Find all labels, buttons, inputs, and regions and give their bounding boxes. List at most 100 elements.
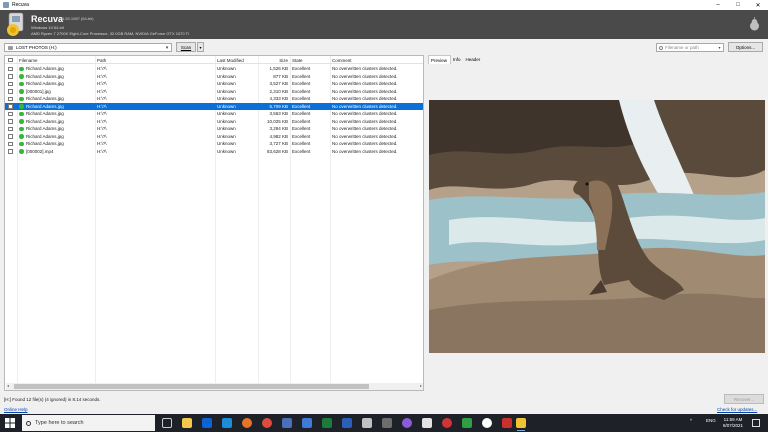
- hardware-info: AMD Ryzen 7 2700X Eight-Core Processor, …: [31, 31, 189, 36]
- title-bar: Recuva – □ ✕: [0, 0, 768, 10]
- tab-info[interactable]: Info: [451, 55, 464, 64]
- horizontal-scrollbar[interactable]: ◂ ▸: [6, 383, 423, 390]
- row-checkbox[interactable]: [8, 104, 13, 109]
- app-icon-2[interactable]: [302, 418, 312, 428]
- scan-dropdown-button[interactable]: ▾: [197, 42, 204, 52]
- word-icon[interactable]: [342, 418, 352, 428]
- recuva-app-icon: [3, 2, 9, 8]
- table-row[interactable]: Richard Adams.jpg H:\?\ Unknown 3,294 KB Exc…: [5, 125, 423, 133]
- windows-start-icon[interactable]: [5, 418, 15, 428]
- tab-preview[interactable]: Preview: [428, 55, 452, 64]
- state-excellent-icon: [19, 111, 24, 116]
- table-row[interactable]: Richard Adams.jpg H:\?\ Unknown 3,727 KB Exc…: [5, 140, 423, 148]
- cell-state: Excellent: [292, 133, 311, 139]
- table-row[interactable]: Richard Adams.jpg H:\?\ Unknown 877 KB Excel…: [5, 73, 423, 81]
- scroll-left-icon[interactable]: ◂: [7, 383, 9, 388]
- tray-chevron-icon[interactable]: ^: [690, 418, 692, 423]
- check-updates-link[interactable]: Check for updates...: [717, 407, 757, 412]
- table-row[interactable]: Richard Adams.jpg H:\?\ Unknown 3,527 KB Exc…: [5, 80, 423, 88]
- cell-filename: Richard Adams.jpg: [26, 73, 64, 79]
- row-checkbox[interactable]: [8, 96, 13, 101]
- cell-path: H:\?\: [97, 111, 107, 117]
- cell-comment: No overwritten clusters detected.: [332, 148, 398, 154]
- filter-input[interactable]: Filename or path ▾: [656, 43, 724, 52]
- excel-icon[interactable]: [322, 418, 332, 428]
- edge-icon[interactable]: [222, 418, 232, 428]
- app-version: v1.53.1087 (64-bit): [60, 16, 94, 21]
- language-indicator[interactable]: ENG: [706, 418, 716, 423]
- table-row[interactable]: Richard Adams.jpg H:\?\ Unknown 4,982 KB Exc…: [5, 133, 423, 141]
- app-icon-1[interactable]: [282, 418, 292, 428]
- recover-button[interactable]: Recover...: [724, 394, 764, 404]
- state-excellent-icon: [19, 104, 24, 109]
- online-help-link[interactable]: Online Help: [4, 407, 28, 412]
- scan-button[interactable]: Scan: [176, 42, 196, 52]
- app-icon-7[interactable]: [442, 418, 452, 428]
- app-icon-10[interactable]: [502, 418, 512, 428]
- firefox-icon[interactable]: [242, 418, 252, 428]
- app-icon-3[interactable]: [362, 418, 372, 428]
- chrome-icon[interactable]: [262, 418, 272, 428]
- drive-select[interactable]: LOST PHOTOS (H:) ▾: [4, 43, 172, 52]
- table-row[interactable]: Richard Adams.jpg H:\?\ Unknown 10,025 KB Ex…: [5, 118, 423, 126]
- os-info: Windows 10 64-bit: [31, 25, 64, 30]
- row-checkbox[interactable]: [8, 74, 13, 79]
- app-icon-8[interactable]: [462, 418, 472, 428]
- table-row[interactable]: Richard Adams.jpg H:\?\ Unknown 1,526 KB Exc…: [5, 65, 423, 73]
- file-explorer-icon[interactable]: [182, 418, 192, 428]
- taskbar-search-input[interactable]: Type here to search: [22, 415, 155, 431]
- notifications-icon[interactable]: [752, 419, 760, 427]
- state-excellent-icon: [19, 96, 24, 101]
- taskbar: Type here to search ^ ENG 11:59 AM 8/07/…: [0, 414, 768, 432]
- footer-links: Online Help Check for updates...: [0, 406, 768, 414]
- state-excellent-icon: [19, 81, 24, 86]
- row-checkbox[interactable]: [8, 141, 13, 146]
- table-row[interactable]: Richard Adams.jpg H:\?\ Unknown 5,709 KB Exc…: [5, 102, 423, 110]
- row-checkbox[interactable]: [8, 134, 13, 139]
- row-checkbox[interactable]: [8, 111, 13, 116]
- taskbar-search-placeholder: Type here to search: [35, 420, 84, 426]
- col-comment[interactable]: Comment: [332, 58, 352, 63]
- app-icon-4[interactable]: [382, 418, 392, 428]
- tab-header[interactable]: Header: [464, 55, 484, 64]
- select-all-checkbox[interactable]: [8, 57, 13, 62]
- app-icon-6[interactable]: [422, 418, 432, 428]
- cell-modified: Unknown: [217, 126, 236, 132]
- options-button[interactable]: Options...: [728, 42, 763, 52]
- app-icon-5[interactable]: [402, 418, 412, 428]
- row-checkbox[interactable]: [8, 66, 13, 71]
- col-last-modified[interactable]: Last Modified: [217, 58, 244, 63]
- cell-state: Excellent: [292, 66, 311, 72]
- scrollbar-thumb[interactable]: [14, 384, 369, 389]
- maximize-button[interactable]: □: [728, 2, 748, 9]
- cell-state: Excellent: [292, 73, 311, 79]
- col-size[interactable]: Size: [261, 58, 288, 63]
- row-checkbox[interactable]: [8, 126, 13, 131]
- col-filename[interactable]: Filename: [19, 58, 38, 63]
- taskbar-clock[interactable]: 11:59 AM 8/07/2021: [721, 417, 745, 429]
- cell-path: H:\?\: [97, 96, 107, 102]
- col-path[interactable]: Path: [97, 58, 106, 63]
- search-icon: [26, 420, 31, 426]
- scroll-right-icon[interactable]: ▸: [420, 383, 422, 388]
- recuva-taskbar-icon[interactable]: [516, 418, 526, 428]
- col-state[interactable]: State: [292, 58, 303, 63]
- cell-size: 4,333 KB: [269, 96, 288, 102]
- task-view-icon[interactable]: [162, 418, 172, 428]
- row-checkbox[interactable]: [8, 89, 13, 94]
- mail-icon[interactable]: [202, 418, 212, 428]
- table-row[interactable]: [000002].mp4 H:\?\ Unknown 83,628 KB Excelle…: [5, 148, 423, 156]
- row-checkbox[interactable]: [8, 149, 13, 154]
- recuva-logo-icon: [7, 12, 24, 36]
- cell-path: H:\?\: [97, 88, 107, 94]
- close-button[interactable]: ✕: [748, 2, 768, 9]
- cell-state: Excellent: [292, 118, 311, 124]
- row-checkbox[interactable]: [8, 81, 13, 86]
- row-checkbox[interactable]: [8, 119, 13, 124]
- minimize-button[interactable]: –: [708, 2, 728, 9]
- table-row[interactable]: Richard Adams.jpg H:\?\ Unknown 4,333 KB Exc…: [5, 95, 423, 103]
- table-row[interactable]: [000001].jpg H:\?\ Unknown 2,310 KB Excellen…: [5, 88, 423, 96]
- app-icon-9[interactable]: [482, 418, 492, 428]
- cell-size: 83,628 KB: [266, 148, 288, 154]
- table-row[interactable]: Richard Adams.jpg H:\?\ Unknown 3,563 KB Exc…: [5, 110, 423, 118]
